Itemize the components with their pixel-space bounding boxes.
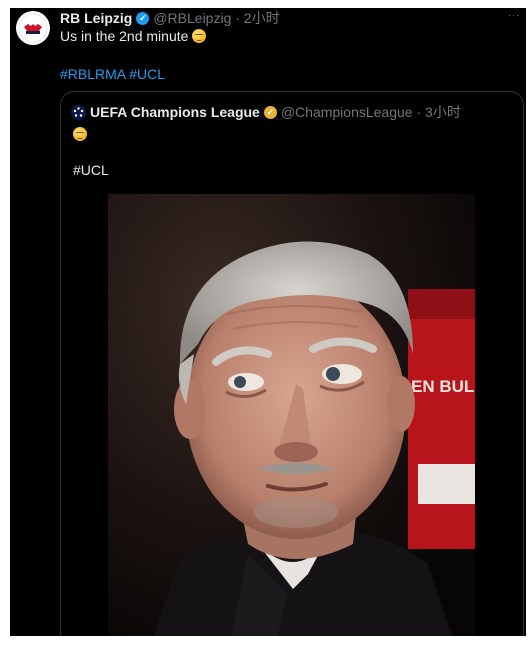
rb-leipzig-logo-icon (18, 13, 48, 43)
verified-gold-badge-icon: ✓ (263, 105, 277, 119)
tweet-hashtags[interactable]: #RBLRMA #UCL (60, 66, 165, 82)
verified-badge-icon: ✓ (136, 11, 150, 25)
quoted-tweet-header: UEFA Champions League ✓ @ChampionsLeague… (71, 102, 461, 122)
quoted-rolling-eyes-emoji-icon (73, 127, 87, 141)
quoted-hashtag[interactable]: #UCL (73, 162, 109, 178)
tweet-text: Us in the 2nd minute (60, 28, 207, 44)
rolling-eyes-emoji-icon (192, 29, 207, 43)
quoted-author-name[interactable]: UEFA Champions League (90, 104, 260, 120)
tweet-card: ··· RB Leipzig ✓ @RBLeipzig · 2小时 Us in … (10, 8, 526, 636)
more-options-icon[interactable]: ··· (508, 10, 520, 20)
rb-leipzig-avatar[interactable] (16, 11, 50, 45)
champions-league-logo-icon (71, 104, 86, 120)
tweet-header: RB Leipzig ✓ @RBLeipzig · 2小时 (60, 8, 280, 28)
author-handle-time: @RBLeipzig · 2小时 (153, 10, 280, 26)
quoted-handle-time: @ChampionsLeague · 3小时 (280, 104, 461, 120)
coach-portrait-image: EN BULL (108, 194, 475, 636)
quoted-tweet[interactable]: UEFA Champions League ✓ @ChampionsLeague… (60, 91, 524, 636)
tweet-text-content: Us in the 2nd minute (60, 28, 189, 44)
author-name[interactable]: RB Leipzig (60, 10, 132, 26)
banner-text: EN BULL (411, 377, 475, 396)
quoted-photo[interactable]: EN BULL (108, 194, 475, 636)
